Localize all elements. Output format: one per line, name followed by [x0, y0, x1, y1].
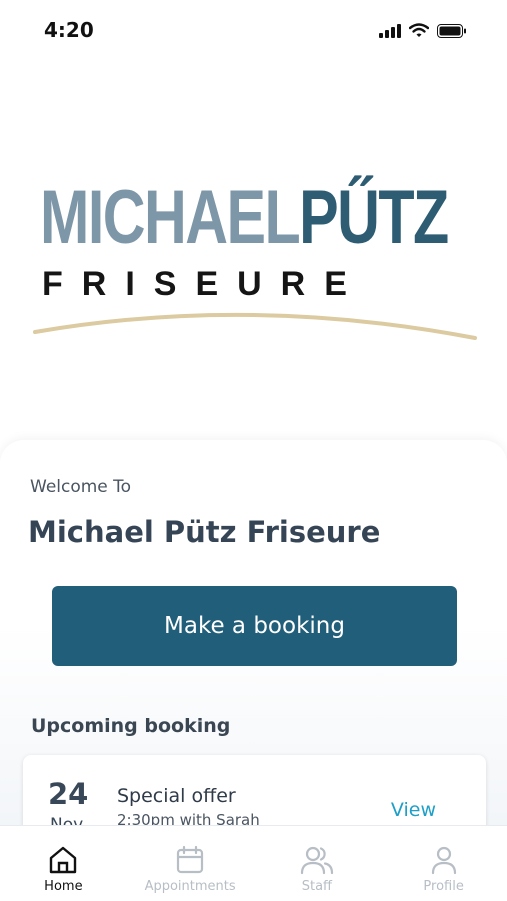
tab-home-label: Home — [44, 879, 83, 894]
tab-staff[interactable]: Staff — [254, 826, 381, 901]
battery-icon — [437, 23, 466, 38]
person-icon — [429, 843, 459, 877]
booking-title: Special offer — [117, 785, 236, 807]
tab-profile[interactable]: Profile — [380, 826, 507, 901]
tab-profile-label: Profile — [423, 879, 464, 894]
tab-appointments-label: Appointments — [144, 879, 236, 894]
status-bar: 4:20 — [0, 0, 507, 62]
view-booking-link[interactable]: View — [391, 799, 436, 821]
home-icon — [48, 843, 78, 877]
welcome-label: Welcome To — [30, 477, 132, 497]
status-icons — [379, 23, 467, 38]
logo-wordmark: MICHAELPŰTZ — [40, 180, 449, 256]
signal-icon — [379, 23, 401, 38]
make-booking-button[interactable]: Make a booking — [52, 586, 457, 666]
salon-logo: MICHAELPŰTZ FRISEURE — [30, 180, 480, 350]
logo-michael-text: MICHAEL — [40, 175, 301, 260]
booking-day: 24 — [48, 777, 89, 811]
salon-name: Michael Pütz Friseure — [28, 515, 381, 549]
wifi-icon — [409, 23, 429, 37]
upcoming-booking-heading: Upcoming booking — [31, 715, 231, 737]
tab-appointments[interactable]: Appointments — [127, 826, 254, 901]
logo-putz-text: PŰTZ — [299, 175, 449, 260]
tab-bar: Home Appointments Staff Profile — [0, 825, 507, 901]
logo-arc — [33, 312, 477, 340]
tab-home[interactable]: Home — [0, 826, 127, 901]
status-time: 4:20 — [44, 18, 94, 42]
tab-staff-label: Staff — [301, 879, 333, 894]
calendar-icon — [175, 843, 205, 877]
logo-friseure-text: FRISEURE — [42, 265, 366, 303]
users-icon — [300, 843, 334, 877]
